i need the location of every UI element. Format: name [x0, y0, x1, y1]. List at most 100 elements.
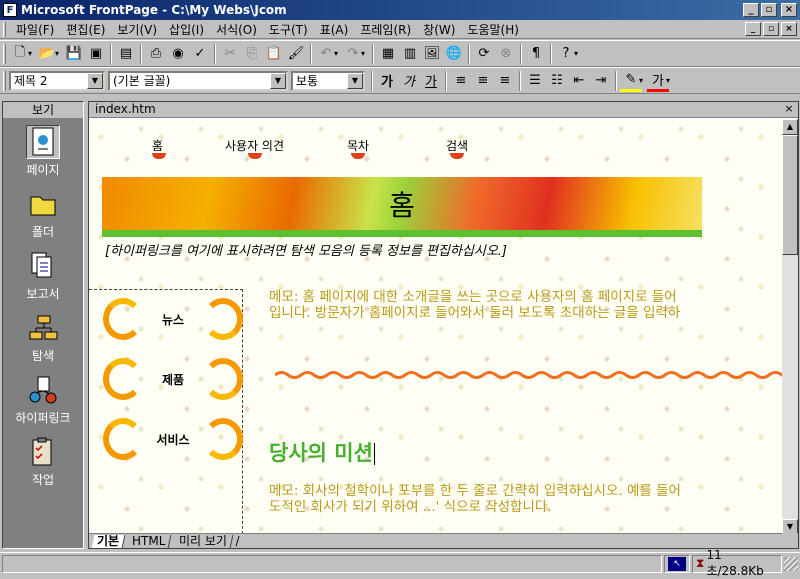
menu-format[interactable]: 서식(O) [210, 21, 263, 38]
hyperlink-icon[interactable]: 🌐 [443, 43, 465, 65]
bold-button[interactable]: 가 [376, 70, 398, 92]
numbering-icon[interactable]: ☰ [524, 70, 546, 92]
refresh-icon[interactable]: ⟳ [473, 43, 495, 65]
paste-icon[interactable]: 📋 [263, 43, 285, 65]
minimize-button[interactable]: _ [743, 3, 759, 17]
align-right-icon[interactable]: ≡ [494, 70, 516, 92]
scroll-up-icon[interactable]: ▲ [782, 119, 798, 135]
mission-memo[interactable]: 메모: 회사의 철학이나 포부를 한 두 줄로 간략히 입력하십시오. 예를 들… [269, 483, 681, 515]
increase-indent-icon[interactable]: ⇥ [590, 70, 612, 92]
menu-frames[interactable]: 프레임(R) [354, 21, 417, 38]
vertical-scrollbar[interactable]: ▲ ▼ [782, 119, 798, 535]
tab-normal[interactable]: 기본 [91, 534, 126, 548]
menu-edit[interactable]: 편집(E) [60, 21, 111, 38]
chevron-down-icon[interactable]: ▼ [347, 72, 363, 89]
view-folders[interactable]: 폴더 [3, 181, 83, 243]
intro-memo[interactable]: 메모: 홈 페이지에 대한 소개글을 쓰는 곳으로 사용자의 홈 페이지로 들어… [269, 289, 680, 321]
mission-heading-text: 당사의 미션 [269, 441, 373, 465]
nav-link-home[interactable]: 홈 [152, 137, 166, 159]
page-editor[interactable]: 홈 사용자 의견 목차 검색 홈 [하이퍼링크를 여기에 표시하려면 탐색 모음… [89, 119, 782, 535]
doc-restore-button[interactable]: ▫ [763, 22, 779, 36]
chevron-down-icon[interactable]: ▼ [270, 72, 286, 89]
align-left-icon[interactable]: ≡ [450, 70, 472, 92]
view-hyperlinks[interactable]: 하이퍼링크 [3, 367, 83, 429]
format-painter-icon[interactable]: 🖌 [285, 43, 307, 65]
align-center-icon[interactable]: ≡ [472, 70, 494, 92]
stop-icon[interactable]: ⊗ [495, 43, 517, 65]
side-button-services[interactable]: 서비스 [103, 416, 243, 462]
font-color-dropdown-icon[interactable]: ▾ [666, 76, 674, 85]
view-reports-label: 보고서 [26, 287, 60, 301]
download-time-panel: ⧗ 11초/28.8Kb [692, 548, 782, 578]
show-all-icon[interactable]: ¶ [525, 43, 547, 65]
nav-bullet-icon [450, 153, 465, 159]
folder-list-icon[interactable]: ▤ [115, 43, 137, 65]
nav-bar-placeholder[interactable]: [하이퍼링크를 여기에 표시하려면 탐색 모음의 등록 정보를 편집하십시오.] [105, 240, 507, 259]
menu-tools[interactable]: 도구(T) [263, 21, 314, 38]
underline-button[interactable]: 가 [420, 70, 442, 92]
highlight-dropdown-icon[interactable]: ▾ [639, 76, 647, 85]
save-icon[interactable]: 💾 [63, 43, 85, 65]
view-reports[interactable]: 보고서 [3, 243, 83, 305]
nav-link-contents[interactable]: 목차 [347, 137, 369, 159]
mission-heading[interactable]: 당사의 미션 [269, 437, 375, 467]
menubar-grip[interactable] [3, 21, 6, 37]
undo-dropdown-icon[interactable]: ▾ [334, 49, 342, 58]
close-icon[interactable]: × [782, 103, 796, 116]
insert-table-icon[interactable]: ▥ [399, 43, 421, 65]
help-dropdown-icon[interactable]: ▾ [574, 49, 582, 58]
resize-grip-icon[interactable] [784, 556, 798, 571]
toolbar-separator [445, 70, 447, 91]
print-icon[interactable]: ⎙ [145, 43, 167, 65]
tab-preview[interactable]: 미리 보기 [173, 534, 233, 548]
side-button-products[interactable]: 제품 [103, 356, 243, 402]
scroll-corner [782, 533, 798, 548]
redo-dropdown-icon[interactable]: ▾ [361, 49, 369, 58]
document-tab[interactable]: index.htm × [89, 102, 798, 118]
insert-picture-icon[interactable]: 🖼 [421, 43, 443, 65]
nav-link-label: 목차 [347, 139, 370, 153]
menu-view[interactable]: 보기(V) [111, 21, 163, 38]
size-combo[interactable]: 보통 ▼ [291, 70, 365, 91]
close-button[interactable]: × [781, 3, 797, 17]
tab-html[interactable]: HTML [126, 534, 172, 548]
page-banner[interactable]: 홈 [102, 177, 702, 237]
menu-insert[interactable]: 삽입(I) [163, 21, 210, 38]
toolbar-grip[interactable] [3, 70, 6, 91]
decrease-indent-icon[interactable]: ⇤ [568, 70, 590, 92]
maximize-button[interactable]: ▫ [761, 3, 777, 17]
size-value: 보통 [296, 74, 319, 88]
spelling-icon[interactable]: ✓ [189, 43, 211, 65]
bullets-icon[interactable]: ☷ [546, 70, 568, 92]
nav-link-feedback[interactable]: 사용자 의견 [225, 137, 284, 159]
font-combo[interactable]: (기본 글꼴) ▼ [108, 70, 288, 91]
nav-link-search[interactable]: 검색 [446, 137, 468, 159]
italic-button[interactable]: 가 [398, 70, 420, 92]
cut-icon[interactable]: ✂ [219, 43, 241, 65]
view-navigation[interactable]: 탐색 [3, 305, 83, 367]
preview-browser-icon[interactable]: ◉ [167, 43, 189, 65]
view-page[interactable]: 페이지 [3, 119, 83, 181]
insert-component-icon[interactable]: ▦ [377, 43, 399, 65]
frontpage-app-icon[interactable]: F [3, 3, 17, 17]
doc-minimize-button[interactable]: _ [745, 22, 761, 36]
open-dropdown-icon[interactable]: ▾ [55, 49, 63, 58]
menu-help[interactable]: 도움말(H) [461, 21, 525, 38]
style-combo[interactable]: 제목 2 ▼ [9, 70, 105, 91]
toolbar-grip[interactable] [3, 43, 6, 64]
side-button-news[interactable]: 뉴스 [103, 296, 243, 342]
view-tasks[interactable]: 작업 [3, 429, 83, 491]
new-dropdown-icon[interactable]: ▾ [28, 49, 36, 58]
menu-table[interactable]: 표(A) [314, 21, 355, 38]
menu-window[interactable]: 창(W) [417, 21, 461, 38]
menu-file[interactable]: 파일(F) [10, 21, 60, 38]
doc-close-button[interactable]: × [781, 22, 797, 36]
publish-icon[interactable]: ▣ [85, 43, 107, 65]
status-mode-panel: ↖ [664, 554, 690, 573]
menu-bar: 파일(F) 편집(E) 보기(V) 삽입(I) 서식(O) 도구(T) 표(A)… [0, 20, 800, 39]
tab-strip-arrow-icon[interactable]: / [235, 534, 239, 548]
title-bar[interactable]: F Microsoft FrontPage - C:\My Webs\Jcom … [0, 0, 800, 20]
chevron-down-icon[interactable]: ▼ [87, 72, 103, 89]
scroll-thumb[interactable] [782, 135, 798, 255]
copy-icon[interactable]: ⎘ [241, 43, 263, 65]
